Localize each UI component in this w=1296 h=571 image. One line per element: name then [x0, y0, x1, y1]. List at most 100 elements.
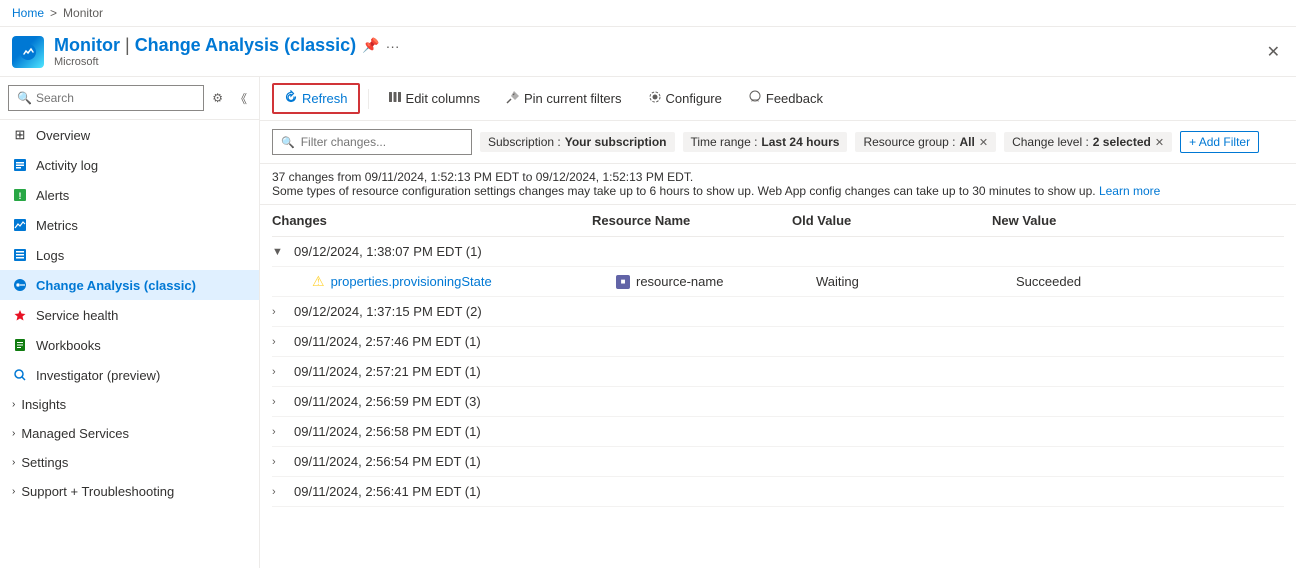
- new-value-cell: Succeeded: [1016, 274, 1284, 289]
- expand-icon: ›: [272, 306, 288, 318]
- sidebar-item-metrics[interactable]: Metrics: [0, 210, 259, 240]
- group-timestamp: 09/12/2024, 1:37:15 PM EDT (2): [294, 304, 482, 319]
- group-timestamp: 09/11/2024, 2:57:21 PM EDT (1): [294, 364, 481, 379]
- sidebar-item-activity-log[interactable]: Activity log: [0, 150, 259, 180]
- configure-icon: [648, 90, 662, 107]
- remove-change-level-filter[interactable]: ✕: [1155, 136, 1164, 149]
- table-group-row[interactable]: ▼ 09/12/2024, 1:38:07 PM EDT (1): [272, 237, 1284, 267]
- page-title: Monitor | Change Analysis (classic): [54, 35, 356, 56]
- change-link[interactable]: properties.provisioningState: [331, 274, 492, 289]
- resource-name-cell: ■ resource-name: [616, 274, 816, 289]
- pin-filters-button[interactable]: Pin current filters: [495, 84, 633, 113]
- breadcrumb-current: Monitor: [63, 6, 103, 20]
- service-health-icon: [12, 307, 28, 323]
- activity-log-icon: [12, 157, 28, 173]
- collapse-icon: ▼: [272, 246, 288, 258]
- sidebar-item-label: Metrics: [36, 218, 78, 233]
- more-options-icon[interactable]: ···: [386, 38, 400, 54]
- insights-chevron-icon: ›: [12, 399, 15, 410]
- managed-services-chevron-icon: ›: [12, 428, 15, 439]
- refresh-button[interactable]: Refresh: [272, 83, 360, 114]
- change-cell: ⚠ properties.provisioningState: [296, 273, 616, 290]
- group-timestamp: 09/11/2024, 2:56:59 PM EDT (3): [294, 394, 481, 409]
- col-old-value: Old Value: [792, 213, 992, 228]
- filter-input[interactable]: [301, 135, 463, 149]
- page-provider: Microsoft: [54, 56, 400, 68]
- sidebar-item-investigator[interactable]: Investigator (preview): [0, 360, 259, 390]
- logs-icon: [12, 247, 28, 263]
- sidebar-group-label: Settings: [21, 455, 68, 470]
- group-timestamp: 09/11/2024, 2:57:46 PM EDT (1): [294, 334, 481, 349]
- change-analysis-icon: [12, 277, 28, 293]
- page-header: Monitor | Change Analysis (classic) 📌 ··…: [0, 27, 1296, 77]
- group-timestamp: 09/11/2024, 2:56:54 PM EDT (1): [294, 454, 481, 469]
- sidebar-group-insights[interactable]: › Insights: [0, 390, 259, 419]
- table-group-row[interactable]: › 09/11/2024, 2:56:58 PM EDT (1): [272, 417, 1284, 447]
- group-timestamp: 09/11/2024, 2:56:58 PM EDT (1): [294, 424, 481, 439]
- edit-columns-button[interactable]: Edit columns: [377, 84, 491, 113]
- table-container: Changes Resource Name Old Value New Valu…: [260, 205, 1296, 568]
- breadcrumb: Home > Monitor: [0, 0, 1296, 27]
- feedback-button[interactable]: Feedback: [737, 84, 834, 113]
- table-group-row[interactable]: › 09/11/2024, 2:56:41 PM EDT (1): [272, 477, 1284, 507]
- filter-input-wrapper[interactable]: 🔍: [272, 129, 472, 155]
- sidebar-item-change-analysis[interactable]: Change Analysis (classic): [0, 270, 259, 300]
- group-timestamp: 09/11/2024, 2:56:41 PM EDT (1): [294, 484, 481, 499]
- col-new-value: New Value: [992, 213, 1284, 228]
- overview-icon: ⊞: [12, 127, 28, 143]
- expand-icon: ›: [272, 486, 288, 498]
- sidebar-item-overview[interactable]: ⊞ Overview: [0, 120, 259, 150]
- sidebar-group-managed-services[interactable]: › Managed Services: [0, 419, 259, 448]
- breadcrumb-separator: >: [50, 6, 57, 20]
- table-group-row[interactable]: › 09/12/2024, 1:37:15 PM EDT (2): [272, 297, 1284, 327]
- close-button[interactable]: ✕: [1263, 38, 1284, 66]
- learn-more-link[interactable]: Learn more: [1099, 184, 1160, 198]
- refresh-icon: [284, 90, 298, 107]
- col-changes: Changes: [272, 213, 592, 228]
- sidebar-item-workbooks[interactable]: Workbooks: [0, 330, 259, 360]
- sidebar-item-label: Alerts: [36, 188, 69, 203]
- sidebar-group-settings[interactable]: › Settings: [0, 448, 259, 477]
- metrics-icon: [12, 217, 28, 233]
- table-group-row[interactable]: › 09/11/2024, 2:56:54 PM EDT (1): [272, 447, 1284, 477]
- table-group-row[interactable]: › 09/11/2024, 2:56:59 PM EDT (3): [272, 387, 1284, 417]
- search-input-wrapper[interactable]: 🔍: [8, 85, 204, 111]
- breadcrumb-home[interactable]: Home: [12, 6, 44, 20]
- configure-button[interactable]: Configure: [637, 84, 733, 113]
- sidebar-item-logs[interactable]: Logs: [0, 240, 259, 270]
- sidebar-item-label: Investigator (preview): [36, 368, 160, 383]
- support-chevron-icon: ›: [12, 486, 15, 497]
- group-timestamp: 09/12/2024, 1:38:07 PM EDT (1): [294, 244, 482, 259]
- add-filter-button[interactable]: + Add Filter: [1180, 131, 1259, 153]
- sidebar-group-label: Managed Services: [21, 426, 129, 441]
- sidebar-item-label: Overview: [36, 128, 90, 143]
- resource-name: resource-name: [636, 274, 723, 289]
- edit-columns-label: Edit columns: [406, 91, 480, 106]
- table-group-row[interactable]: › 09/11/2024, 2:57:46 PM EDT (1): [272, 327, 1284, 357]
- filter-tag-time-range: Time range : Last 24 hours: [683, 132, 848, 152]
- table-group-row[interactable]: › 09/11/2024, 2:57:21 PM EDT (1): [272, 357, 1284, 387]
- investigator-icon: [12, 367, 28, 383]
- workbooks-icon: [12, 337, 28, 353]
- sidebar-collapse-icon[interactable]: 《: [231, 88, 251, 109]
- sidebar-group-label: Insights: [21, 397, 66, 412]
- toolbar: Refresh Edit columns: [260, 77, 1296, 121]
- search-input[interactable]: [36, 91, 195, 105]
- sidebar-item-service-health[interactable]: Service health: [0, 300, 259, 330]
- expand-icon: ›: [272, 456, 288, 468]
- remove-resource-group-filter[interactable]: ✕: [979, 136, 988, 149]
- feedback-label: Feedback: [766, 91, 823, 106]
- expand-icon: ›: [272, 426, 288, 438]
- main-layout: 🔍 ⚙ 《 ⊞ Overview Activity log ! Alerts: [0, 77, 1296, 568]
- filter-tag-subscription: Subscription : Your subscription: [480, 132, 675, 152]
- sidebar-item-label: Change Analysis (classic): [36, 278, 196, 293]
- warning-icon: ⚠: [312, 273, 325, 290]
- sidebar-settings-icon[interactable]: ⚙: [208, 89, 227, 107]
- expand-icon: ›: [272, 366, 288, 378]
- pin-icon[interactable]: 📌: [362, 37, 379, 54]
- sidebar-item-alerts[interactable]: ! Alerts: [0, 180, 259, 210]
- sidebar-group-support-troubleshooting[interactable]: › Support + Troubleshooting: [0, 477, 259, 506]
- sidebar: 🔍 ⚙ 《 ⊞ Overview Activity log ! Alerts: [0, 77, 260, 568]
- alerts-icon: !: [12, 187, 28, 203]
- monitor-icon: [12, 36, 44, 68]
